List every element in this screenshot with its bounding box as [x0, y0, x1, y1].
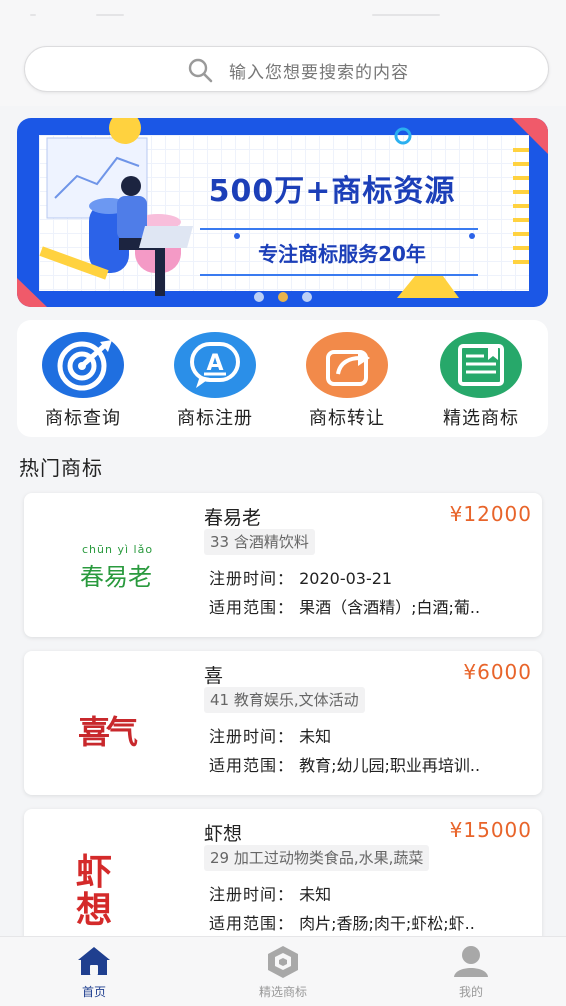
banner-title: 500万+商标资源 [208, 174, 456, 209]
trademark-class-badge: 41 教育娱乐,文体活动 [204, 687, 365, 713]
nav-label: 首页 [81, 985, 106, 999]
scope-label: 适用范围： [209, 756, 295, 775]
registration-time-value: 未知 [299, 885, 332, 904]
carousel-dot-active[interactable] [278, 292, 288, 302]
trademark-name: 春易老 [204, 507, 262, 529]
trademark-price: ¥15000 [449, 818, 532, 842]
carousel-dot[interactable] [254, 292, 264, 302]
nav-label: 精选商标 [258, 985, 307, 999]
nav-item-mine[interactable]: 我的 [411, 937, 531, 1006]
scope-label: 适用范围： [209, 914, 295, 933]
trademark-card[interactable]: 喜气 喜 ¥6000 41 教育娱乐,文体活动 注册时间： 未知 适用范围： 教… [24, 651, 542, 795]
registration-time-label: 注册时间： [209, 569, 295, 588]
trademark-price: ¥6000 [463, 660, 532, 684]
applicable-scope: 适用范围： 教育;幼儿园;职业再培训.. [209, 752, 537, 776]
category-trademark-transfer[interactable]: 商标转让 [286, 330, 406, 430]
banner-illustration [17, 118, 548, 307]
status-bar [0, 0, 566, 30]
svg-text:A: A [206, 351, 223, 376]
trademark-price: ¥12000 [449, 502, 532, 526]
registration-time: 注册时间： 2020-03-21 [209, 565, 392, 589]
trademark-logo: chūn yì lǎo 春易老 [54, 509, 194, 619]
category-label: 商标注册 [177, 408, 253, 429]
status-mark [30, 14, 36, 16]
category-label: 商标转让 [309, 408, 385, 429]
trademark-class-badge: 29 加工过动物类食品,水果,蔬菜 [204, 845, 430, 871]
category-trademark-search[interactable]: 商标查询 [22, 330, 142, 430]
hexagon-icon [263, 943, 303, 979]
nav-item-home[interactable]: 首页 [34, 937, 154, 1006]
registration-time: 注册时间： 未知 [209, 881, 331, 905]
trademark-name: 虾想 [204, 823, 243, 845]
promo-banner[interactable]: 500万+商标资源 专注商标服务20年 [17, 118, 548, 307]
scope-value: 教育;幼儿园;职业再培训.. [299, 756, 481, 775]
registration-time-label: 注册时间： [209, 885, 295, 904]
category-label: 精选商标 [443, 408, 519, 429]
section-title: 热门商标 [19, 456, 103, 480]
search-icon [187, 57, 213, 83]
nav-label: 我的 [458, 985, 483, 999]
search-input[interactable]: 输入您想要搜索的内容 [24, 46, 549, 92]
scope-value: 肉片;香肠;肉干;虾松;虾.. [299, 914, 475, 933]
top-area: 输入您想要搜索的内容 [0, 0, 566, 106]
logo-text: 喜气 [78, 713, 138, 751]
status-mark [96, 14, 124, 16]
category-trademark-register[interactable]: A 商标注册 [154, 330, 274, 430]
trademark-class-badge: 33 含酒精饮料 [204, 529, 315, 555]
carousel-dot[interactable] [302, 292, 312, 302]
logo-pinyin: chūn yì lǎo [82, 543, 154, 556]
bottom-nav: 首页 精选商标 我的 [0, 936, 566, 1006]
logo-text: 春易老 [80, 563, 152, 591]
category-label: 商标查询 [45, 408, 121, 429]
book-icon [440, 332, 522, 398]
share-icon [306, 332, 388, 398]
registration-time-label: 注册时间： [209, 727, 295, 746]
registration-time-value: 2020-03-21 [299, 569, 393, 588]
status-mark [372, 14, 440, 16]
nav-item-featured[interactable]: 精选商标 [223, 937, 343, 1006]
registration-time: 注册时间： 未知 [209, 723, 331, 747]
trademark-name: 喜 [204, 665, 224, 687]
trademark-card[interactable]: 虾想 虾想 ¥15000 29 加工过动物类食品,水果,蔬菜 注册时间： 未知 … [24, 809, 542, 953]
trademark-logo: 喜气 [54, 667, 194, 777]
applicable-scope: 适用范围： 果酒（含酒精）;白酒;葡.. [209, 594, 537, 618]
home-icon [74, 943, 114, 979]
trademark-card[interactable]: chūn yì lǎo 春易老 春易老 ¥12000 33 含酒精饮料 注册时间… [24, 493, 542, 637]
target-icon [42, 332, 124, 398]
scope-value: 果酒（含酒精）;白酒;葡.. [299, 598, 481, 617]
applicable-scope: 适用范围： 肉片;香肠;肉干;虾松;虾.. [209, 910, 537, 934]
scope-label: 适用范围： [209, 598, 295, 617]
trademark-logo: 虾想 [54, 825, 194, 935]
logo-text: 虾想 [76, 851, 113, 931]
chat-a-icon: A [174, 332, 256, 398]
category-featured-trademark[interactable]: 精选商标 [420, 330, 540, 430]
search-placeholder: 输入您想要搜索的内容 [229, 63, 409, 83]
banner-subtitle: 专注商标服务20年 [258, 242, 426, 266]
registration-time-value: 未知 [299, 727, 332, 746]
user-icon [451, 943, 491, 979]
